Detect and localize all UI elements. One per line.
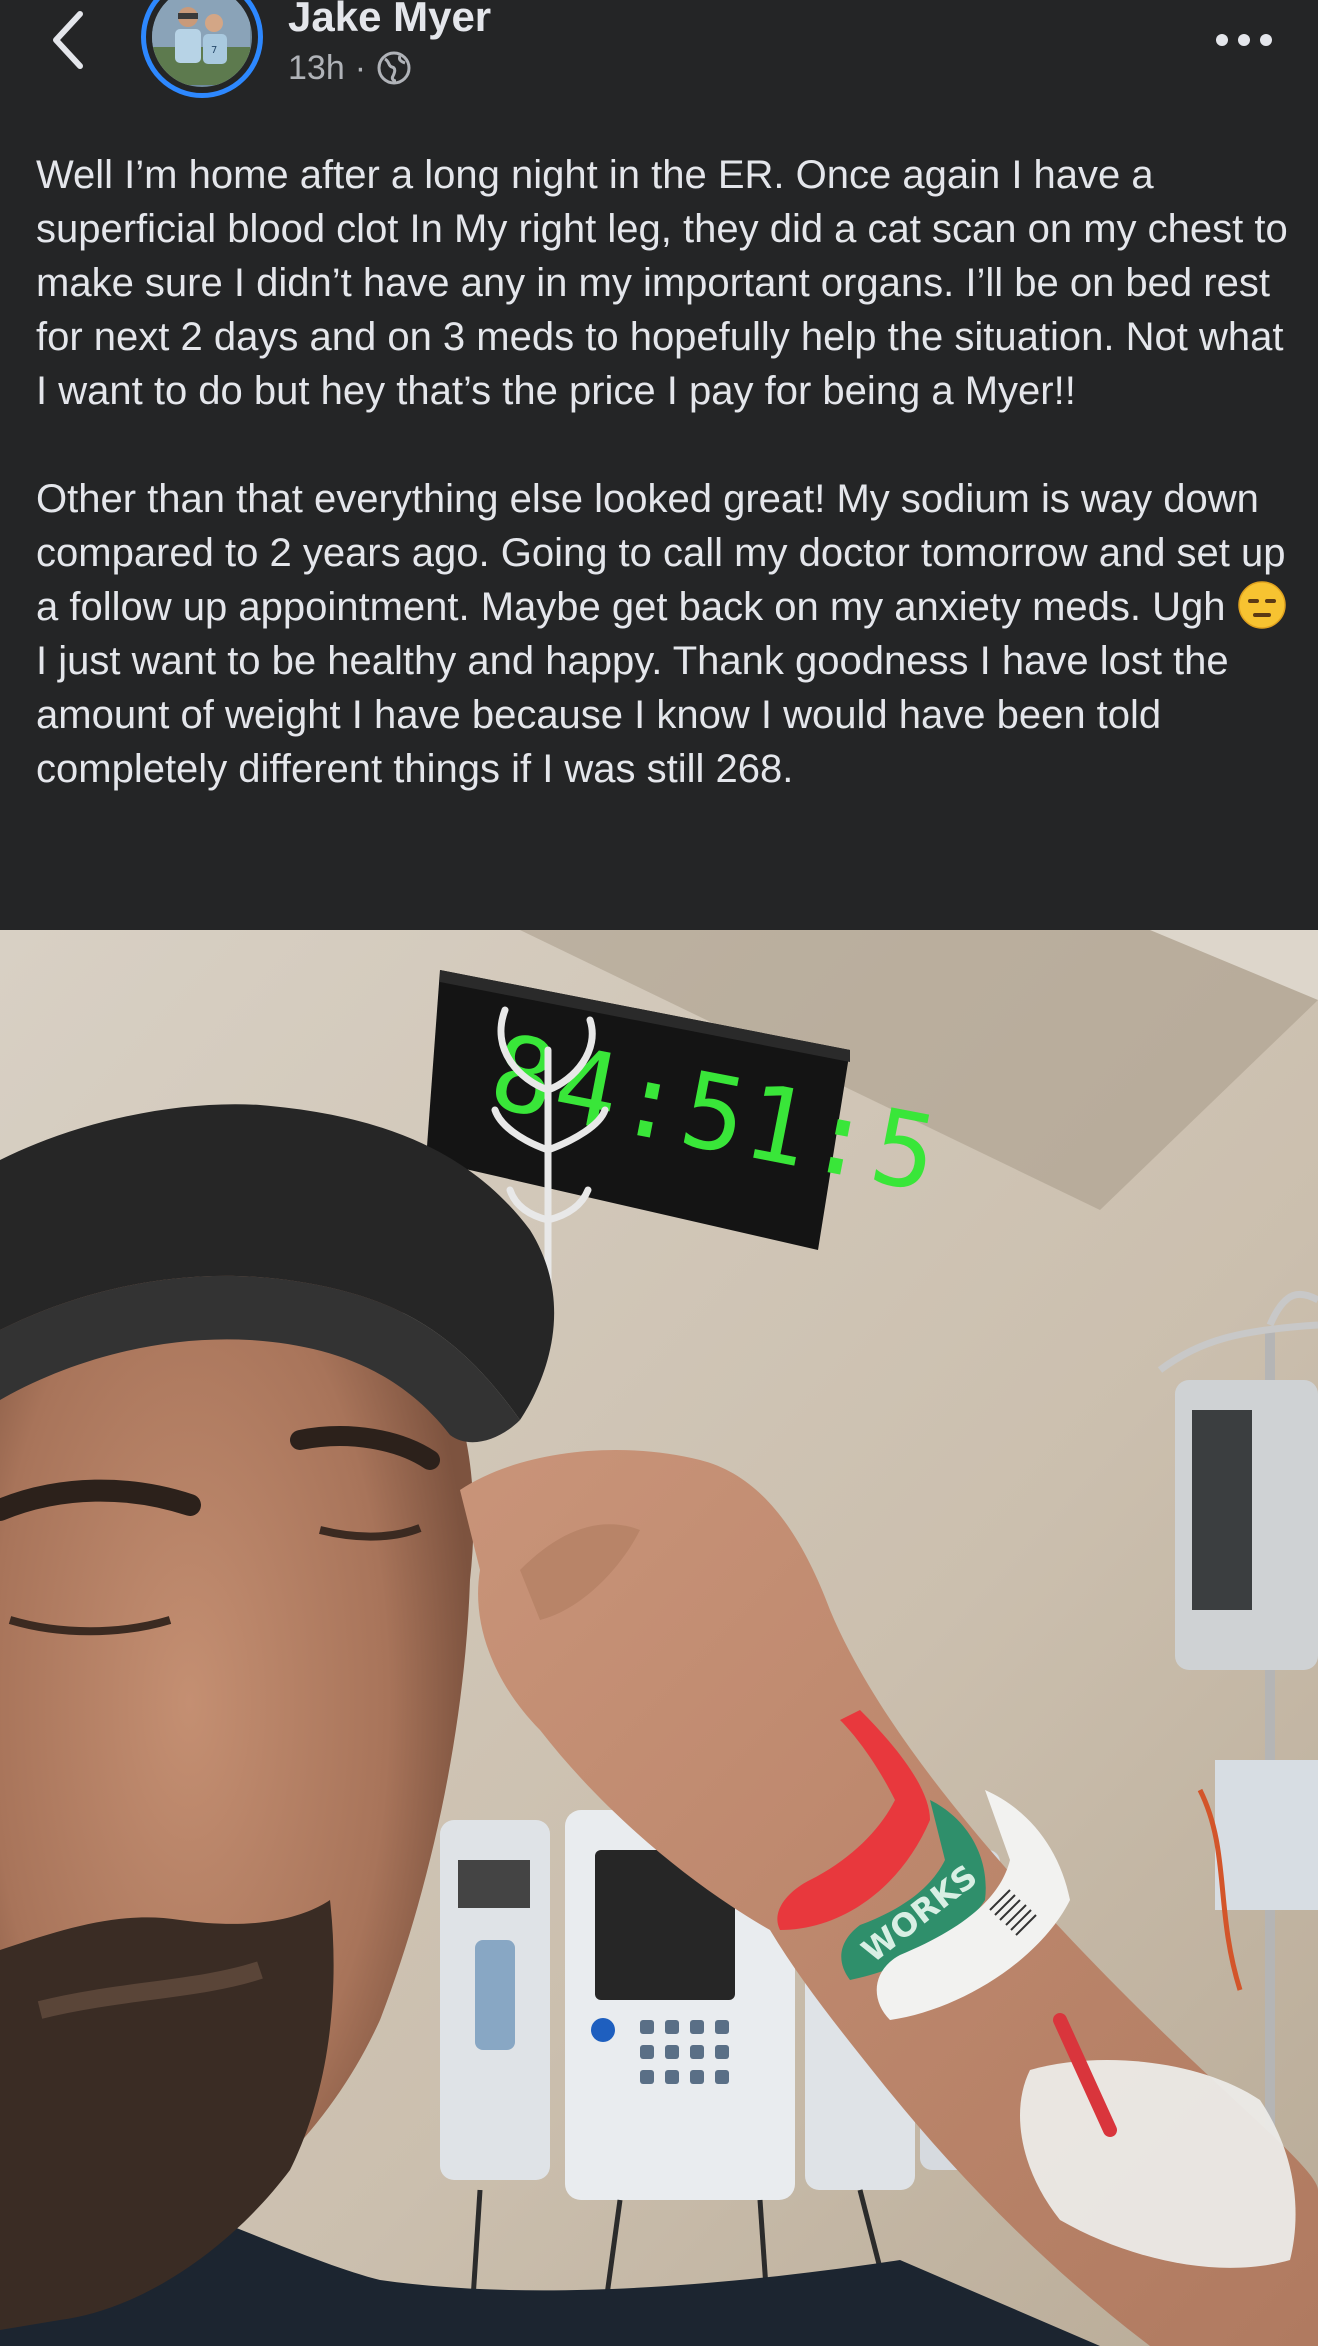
chevron-left-icon	[53, 11, 83, 69]
paragraph-2-part-2: I just want to be healthy and happy. Tha…	[36, 639, 1229, 791]
more-dot-icon	[1260, 34, 1272, 46]
author-avatar[interactable]: 7	[141, 0, 263, 98]
post-body: Well I’m home after a long night in the …	[36, 148, 1296, 796]
post-paragraph-1: Well I’m home after a long night in the …	[36, 153, 1288, 413]
more-options-button[interactable]	[1206, 18, 1282, 62]
avatar-image: 7	[152, 0, 252, 87]
expressionless-face-icon	[1237, 580, 1287, 630]
post-meta: 13h ·	[288, 48, 412, 88]
svg-text:7: 7	[211, 45, 217, 56]
author-name[interactable]: Jake Myer	[288, 0, 491, 42]
meta-separator: ·	[354, 49, 367, 87]
more-dot-icon	[1238, 34, 1250, 46]
post-paragraph-2: Other than that everything else looked g…	[36, 472, 1296, 796]
post-header: 7 Jake Myer 13h ·	[0, 0, 1318, 110]
more-dot-icon	[1216, 34, 1228, 46]
globe-icon[interactable]	[376, 50, 412, 86]
post-photo[interactable]: 84:51:5 WORKS	[0, 930, 1318, 2346]
post-timestamp[interactable]: 13h	[288, 48, 345, 88]
back-button[interactable]	[40, 0, 100, 80]
paragraph-2-part-1: Other than that everything else looked g…	[36, 477, 1286, 629]
